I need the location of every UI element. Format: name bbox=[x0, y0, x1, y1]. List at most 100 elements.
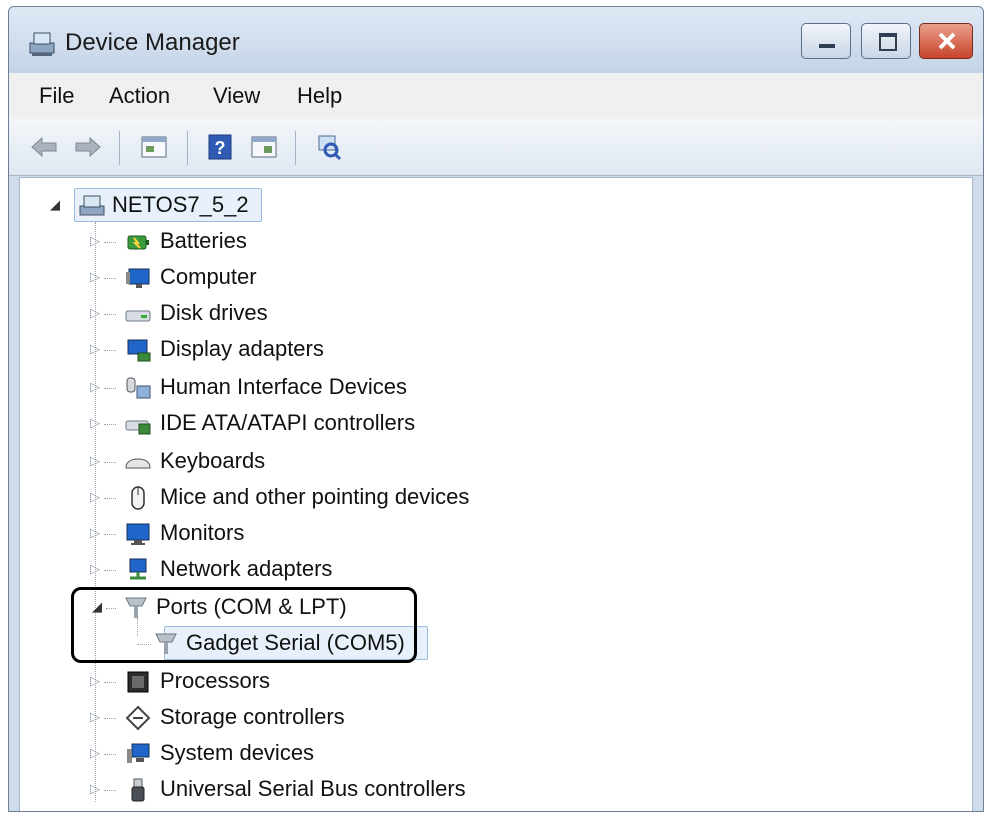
expand-icon[interactable]: ▷ bbox=[90, 270, 102, 284]
minimize-icon bbox=[819, 44, 835, 48]
tree-item[interactable]: ▷ Network adapters bbox=[20, 554, 520, 586]
expand-icon[interactable]: ▷ bbox=[90, 710, 102, 724]
tree-item[interactable]: ▷ IDE ATA/ATAPI controllers bbox=[20, 408, 520, 440]
tree-item[interactable]: ▷ Human Interface Devices bbox=[20, 372, 520, 404]
tree-connector bbox=[104, 570, 116, 572]
processor-icon bbox=[127, 671, 149, 693]
tree-connector bbox=[104, 498, 116, 500]
expand-icon[interactable]: ▷ bbox=[90, 490, 102, 504]
network-adapter-icon bbox=[129, 558, 147, 580]
expand-icon[interactable]: ▷ bbox=[90, 674, 102, 688]
menu-bar: File Action View Help bbox=[9, 73, 983, 120]
close-button[interactable] bbox=[919, 23, 973, 59]
storage-controller-icon bbox=[125, 705, 151, 731]
tree-item-label: Mice and other pointing devices bbox=[160, 484, 470, 509]
maximize-icon bbox=[879, 33, 897, 51]
annotation-highlight-box bbox=[71, 587, 417, 663]
tree-item-label: Human Interface Devices bbox=[160, 374, 407, 399]
expand-icon[interactable]: ▷ bbox=[90, 306, 102, 320]
menu-file[interactable]: File bbox=[39, 83, 74, 109]
tree-item-label: Network adapters bbox=[160, 556, 333, 581]
device-manager-window: Device Manager File Action View Help ? ◢… bbox=[8, 6, 984, 812]
toolbar-separator bbox=[119, 131, 120, 165]
tree-connector bbox=[104, 534, 116, 536]
display-adapter-icon bbox=[127, 339, 151, 362]
mouse-icon bbox=[131, 486, 145, 510]
monitor-icon bbox=[126, 268, 150, 288]
tree-item-label: Keyboards bbox=[160, 448, 266, 473]
menu-help[interactable]: Help bbox=[297, 83, 342, 109]
back-arrow-icon[interactable] bbox=[29, 132, 59, 162]
tree-connector bbox=[104, 462, 116, 464]
tree-item-label: Processors bbox=[160, 668, 271, 693]
tree-item[interactable]: ▷ Disk drives bbox=[20, 298, 520, 330]
forward-arrow-icon[interactable] bbox=[73, 132, 103, 162]
expand-icon[interactable]: ▷ bbox=[90, 416, 102, 430]
tree-connector bbox=[104, 314, 116, 316]
expand-icon[interactable]: ▷ bbox=[90, 782, 102, 796]
scan-hardware-icon[interactable] bbox=[313, 132, 343, 162]
tree-item[interactable]: ▷ Universal Serial Bus controllers bbox=[20, 774, 580, 806]
expand-icon[interactable]: ▷ bbox=[90, 526, 102, 540]
title-bar[interactable]: Device Manager bbox=[9, 7, 983, 73]
tree-item-label: Display adapters bbox=[160, 336, 324, 361]
computer-icon bbox=[79, 195, 105, 216]
toolbar: ? bbox=[9, 119, 983, 176]
ide-controller-icon bbox=[125, 420, 151, 435]
expand-icon[interactable]: ▷ bbox=[90, 234, 102, 248]
device-tree[interactable]: ◢ NETOS7_5_2 ▷ Batteries ▷ Computer ▷ Di… bbox=[19, 177, 973, 811]
menu-view[interactable]: View bbox=[213, 83, 260, 109]
tree-item-label: Batteries bbox=[160, 228, 247, 253]
svg-text:?: ? bbox=[215, 138, 226, 158]
tree-item[interactable]: ▷ Keyboards bbox=[20, 446, 520, 478]
window-title: Device Manager bbox=[65, 29, 240, 56]
close-icon bbox=[938, 32, 956, 50]
tree-connector bbox=[104, 754, 116, 756]
tree-connector bbox=[104, 424, 116, 426]
device-manager-app-icon bbox=[29, 32, 55, 56]
tree-item[interactable]: ▷ Processors bbox=[20, 666, 520, 698]
tree-item[interactable]: ▷ Computer bbox=[20, 262, 520, 294]
expand-icon[interactable]: ▷ bbox=[90, 746, 102, 760]
tree-connector bbox=[104, 350, 116, 352]
tree-item-label: Disk drives bbox=[160, 300, 268, 325]
keyboard-icon bbox=[125, 458, 151, 469]
tree-item-label: IDE ATA/ATAPI controllers bbox=[160, 410, 416, 435]
minimize-button[interactable] bbox=[801, 23, 851, 59]
tree-item[interactable]: ▷ Display adapters bbox=[20, 334, 520, 366]
show-hide-console-icon[interactable] bbox=[249, 132, 279, 162]
tree-item-label: Universal Serial Bus controllers bbox=[160, 776, 466, 801]
help-icon[interactable]: ? bbox=[205, 132, 235, 162]
tree-connector bbox=[104, 682, 116, 684]
tree-root[interactable]: ◢ NETOS7_5_2 bbox=[20, 188, 420, 222]
expand-icon[interactable]: ▷ bbox=[90, 454, 102, 468]
monitor-icon bbox=[126, 523, 150, 545]
disk-drive-icon bbox=[125, 310, 151, 322]
system-device-icon bbox=[127, 743, 150, 763]
tree-connector bbox=[104, 278, 116, 280]
collapse-icon[interactable]: ◢ bbox=[50, 198, 62, 212]
tree-item-label: Monitors bbox=[160, 520, 245, 545]
tree-connector bbox=[104, 242, 116, 244]
tree-item-label: Storage controllers bbox=[160, 704, 345, 729]
expand-icon[interactable]: ▷ bbox=[90, 342, 102, 356]
tree-item[interactable]: ▷ Monitors bbox=[20, 518, 520, 550]
tree-item-label: Computer bbox=[160, 264, 257, 289]
toolbar-separator bbox=[295, 131, 296, 165]
tree-item[interactable]: ▷ Batteries bbox=[20, 226, 520, 258]
tree-connector bbox=[104, 718, 116, 720]
tree-item-label: System devices bbox=[160, 740, 315, 765]
toolbar-separator bbox=[187, 131, 188, 165]
maximize-button[interactable] bbox=[861, 23, 911, 59]
menu-action[interactable]: Action bbox=[109, 83, 170, 109]
tree-item[interactable]: ▷ Storage controllers bbox=[20, 702, 520, 734]
tree-connector bbox=[104, 388, 116, 390]
expand-icon[interactable]: ▷ bbox=[90, 562, 102, 576]
tree-root-label: NETOS7_5_2 bbox=[112, 192, 249, 217]
tree-item[interactable]: ▷ System devices bbox=[20, 738, 520, 770]
properties-icon[interactable] bbox=[139, 132, 169, 162]
tree-connector bbox=[104, 790, 116, 792]
battery-icon bbox=[127, 235, 149, 250]
expand-icon[interactable]: ▷ bbox=[90, 380, 102, 394]
tree-item[interactable]: ▷ Mice and other pointing devices bbox=[20, 482, 580, 514]
